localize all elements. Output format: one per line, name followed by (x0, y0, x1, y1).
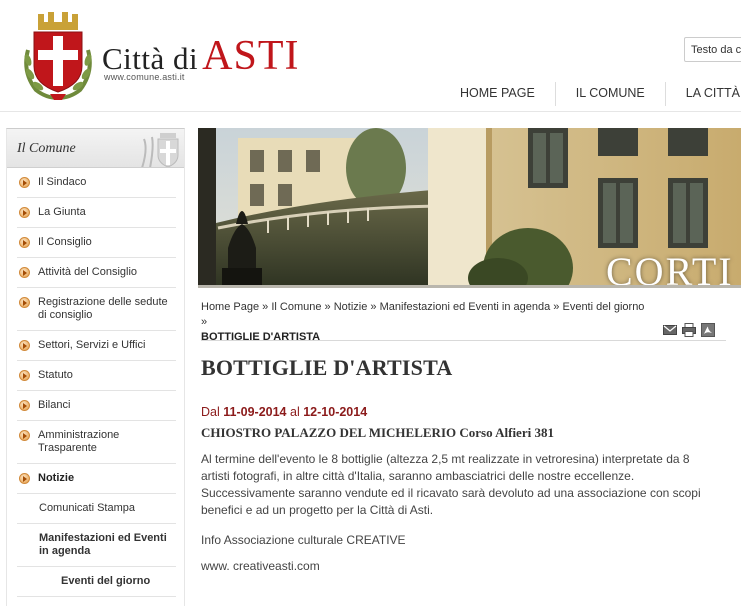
sidebar-item-consiglio[interactable]: Il Consiglio (17, 228, 176, 258)
page-tools (663, 323, 715, 337)
event-dates: Dal 11-09-2014 al 12-10-2014 (201, 405, 367, 419)
sidebar-item-label: Il Sindaco (38, 176, 87, 188)
banner-title: CORTI (606, 249, 734, 288)
sidebar-subitem-comunicati-stampa[interactable]: Comunicati Stampa (17, 494, 176, 524)
sidebar-item-statuto[interactable]: Statuto (17, 361, 176, 391)
breadcrumb-current: BOTTIGLIE D'ARTISTA (201, 331, 321, 343)
sidebar-item-registrazione-sedute[interactable]: Registrazione delle sedute di consiglio (17, 288, 176, 331)
main-content: Home Page » Il Comune » Notizie » Manife… (201, 300, 731, 573)
sidebar-subitem-manifestazioni[interactable]: Manifestazioni ed Eventi in agenda (17, 524, 176, 567)
bullet-icon (19, 207, 30, 218)
breadcrumb-eventi-del-giorno[interactable]: Eventi del giorno (562, 301, 644, 313)
date-to: 12-10-2014 (303, 405, 368, 419)
sidebar-subitem-eventi-del-giorno[interactable]: Eventi del giorno (17, 567, 176, 597)
breadcrumb-il-comune[interactable]: Il Comune (271, 301, 321, 313)
sidebar-menu: Il Sindaco La Giunta Il Consiglio Attivi… (7, 168, 184, 606)
sidebar-item-giunta[interactable]: La Giunta (17, 198, 176, 228)
bullet-icon (19, 267, 30, 278)
breadcrumb-notizie[interactable]: Notizie (334, 301, 368, 313)
breadcrumb-separator: » (201, 316, 208, 328)
search-input[interactable] (684, 37, 741, 62)
sidebar-item-label: Attività del Consiglio (38, 266, 138, 278)
nav-home-page[interactable]: HOME PAGE (440, 82, 556, 106)
sidebar-item-bilanci[interactable]: Bilanci (17, 391, 176, 421)
sidebar-item-label: Bilanci (38, 399, 71, 411)
breadcrumb-home[interactable]: Home Page (201, 301, 259, 313)
date-from-label: Dal (201, 405, 220, 419)
sidebar: Il Comune Il Sindaco La Giunta Il Consig… (6, 128, 185, 606)
breadcrumb-separator: » (262, 301, 269, 313)
print-icon[interactable] (682, 323, 696, 337)
nav-il-comune[interactable]: IL COMUNE (556, 82, 666, 106)
sidebar-item-label: La Giunta (38, 206, 86, 218)
mail-icon[interactable] (663, 323, 677, 337)
bullet-icon (19, 340, 30, 351)
pdf-icon[interactable] (701, 323, 715, 337)
sidebar-item-label: Il Consiglio (38, 236, 92, 248)
sidebar-item-label: Notizie (38, 472, 75, 484)
date-from: 11-09-2014 (223, 405, 287, 419)
sidebar-item-label: Amministrazione Trasparente (38, 429, 120, 454)
sidebar-item-label: Statuto (38, 369, 73, 381)
bullet-icon (19, 430, 30, 441)
sidebar-item-notizie[interactable]: Notizie (17, 464, 176, 494)
date-to-label: al (290, 405, 300, 419)
bullet-icon (19, 237, 30, 248)
banner-image: CORTI (198, 128, 741, 288)
bullet-icon (19, 400, 30, 411)
event-location: CHIOSTRO PALAZZO DEL MICHELERIO Corso Al… (201, 425, 554, 440)
bullet-icon (19, 297, 30, 308)
bullet-icon (19, 370, 30, 381)
site-url: www.comune.asti.it (104, 72, 185, 82)
nav-la-citta[interactable]: LA CITTÀ (666, 82, 741, 106)
city-crest-icon (24, 12, 92, 100)
event-description: Al termine dell'evento le 8 bottiglie (a… (201, 452, 701, 517)
sidebar-item-label: Registrazione delle sedute di consiglio (38, 296, 168, 321)
sidebar-title: Il Comune (17, 141, 76, 156)
sidebar-crest-icon (141, 133, 179, 167)
sidebar-item-attivita-consiglio[interactable]: Attività del Consiglio (17, 258, 176, 288)
sidebar-item-sindaco[interactable]: Il Sindaco (17, 168, 176, 198)
site-logo[interactable]: Città diASTI www.comune.asti.it (20, 10, 310, 105)
main-nav: HOME PAGE IL COMUNE LA CITTÀ (440, 82, 741, 106)
city-word: Città di (102, 41, 199, 76)
breadcrumb: Home Page » Il Comune » Notizie » Manife… (201, 300, 651, 345)
content-divider (201, 340, 726, 341)
city-name: ASTI (202, 33, 300, 79)
sidebar-item-settori[interactable]: Settori, Servizi e Uffici (17, 331, 176, 361)
breadcrumb-separator: » (553, 301, 560, 313)
page-title: BOTTIGLIE D'ARTISTA (201, 355, 453, 380)
sidebar-header: Il Comune (7, 129, 184, 168)
event-info: Info Associazione culturale CREATIVE (201, 533, 406, 547)
sidebar-item-label: Settori, Servizi e Uffici (38, 339, 146, 351)
site-header: Città diASTI www.comune.asti.it HOME PAG… (0, 0, 741, 112)
sidebar-subitem-palio-di-asti[interactable]: Il Palio di Asti (17, 597, 176, 606)
sidebar-item-amministrazione-trasparente[interactable]: Amministrazione Trasparente (17, 421, 176, 464)
bullet-icon (19, 473, 30, 484)
event-website-link[interactable]: www. creativeasti.com (201, 559, 320, 573)
bullet-icon (19, 177, 30, 188)
breadcrumb-separator: » (370, 301, 377, 313)
breadcrumb-separator: » (324, 301, 331, 313)
breadcrumb-manifestazioni[interactable]: Manifestazioni ed Eventi in agenda (380, 301, 551, 313)
